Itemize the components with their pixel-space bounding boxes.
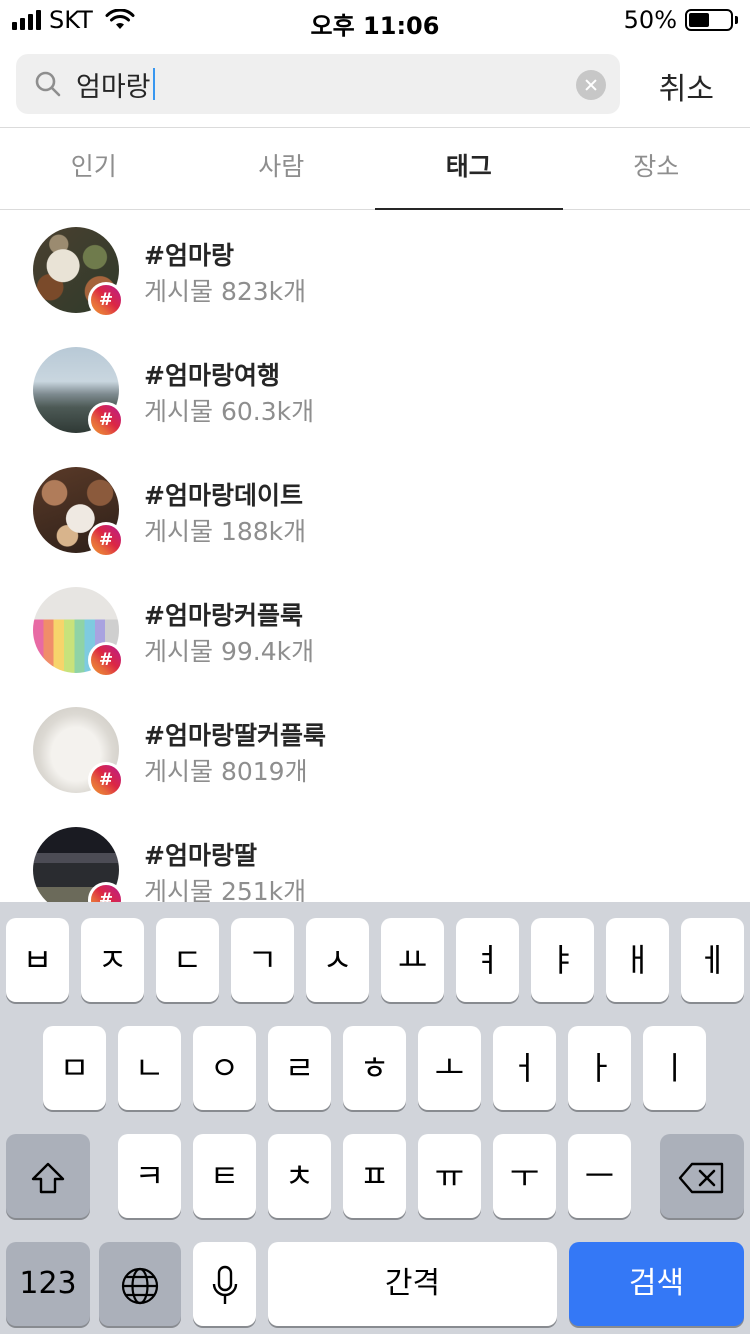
list-item[interactable]: # #엄마랑딸커플룩 게시물 8019개: [0, 690, 750, 810]
globe-icon: [121, 1267, 159, 1305]
search-input[interactable]: 엄마랑: [76, 54, 576, 114]
tag-results-list: # #엄마랑 게시물 823k개 # #엄마랑여행 게시물 60.3k개 # #…: [0, 210, 750, 902]
post-count: 게시물 188k개: [144, 517, 307, 546]
tag-name: #엄마랑여행: [144, 361, 280, 390]
hashtag-icon: #: [88, 402, 124, 438]
tag-name: #엄마랑커플룩: [144, 601, 303, 630]
post-count: 게시물 60.3k개: [144, 397, 315, 426]
tag-name: #엄마랑딸커플룩: [144, 721, 326, 750]
shift-icon: [31, 1162, 65, 1194]
key[interactable]: ㅎ: [343, 1026, 406, 1110]
korean-keyboard: ㅂ ㅈ ㄷ ㄱ ㅅ ㅛ ㅕ ㅑ ㅐ ㅔ ㅁ ㄴ ㅇ ㄹ ㅎ ㅗ ㅓ ㅏ ㅣ ㅋ …: [0, 902, 750, 1334]
text-caret: [152, 68, 155, 100]
status-bar: SKT 오후 11:06 50%: [0, 0, 750, 40]
search-tabs: 인기 사람 태그 장소: [0, 128, 750, 210]
hashtag-icon: #: [88, 642, 124, 678]
key[interactable]: ㅣ: [643, 1026, 706, 1110]
globe-key[interactable]: [99, 1242, 181, 1326]
key[interactable]: ㅂ: [6, 918, 69, 1002]
key[interactable]: ㄴ: [118, 1026, 181, 1110]
post-count: 게시물 251k개: [144, 877, 307, 902]
key[interactable]: ㅏ: [568, 1026, 631, 1110]
key[interactable]: ㅈ: [81, 918, 144, 1002]
search-icon: [35, 71, 61, 97]
tag-name: #엄마랑데이트: [144, 481, 303, 510]
key[interactable]: ㅓ: [493, 1026, 556, 1110]
key[interactable]: ㅊ: [268, 1134, 331, 1218]
key[interactable]: ㅁ: [43, 1026, 106, 1110]
dictation-key[interactable]: [193, 1242, 256, 1326]
cancel-button[interactable]: 취소: [659, 64, 714, 108]
key[interactable]: ㄹ: [268, 1026, 331, 1110]
shift-key[interactable]: [6, 1134, 90, 1218]
list-item[interactable]: # #엄마랑커플룩 게시물 99.4k개: [0, 570, 750, 690]
key[interactable]: ㅋ: [118, 1134, 181, 1218]
post-count: 게시물 8019개: [144, 757, 308, 786]
key[interactable]: ㅇ: [193, 1026, 256, 1110]
key[interactable]: ㅜ: [493, 1134, 556, 1218]
post-count: 게시물 823k개: [144, 277, 307, 306]
search-row: 엄마랑 취소: [0, 40, 750, 128]
space-key[interactable]: 간격: [268, 1242, 557, 1326]
list-item[interactable]: # #엄마랑딸 게시물 251k개: [0, 810, 750, 902]
key[interactable]: ㅐ: [606, 918, 669, 1002]
post-count: 게시물 99.4k개: [144, 637, 315, 666]
key[interactable]: ㅗ: [418, 1026, 481, 1110]
hashtag-icon: #: [88, 282, 124, 318]
hashtag-icon: #: [88, 762, 124, 798]
list-item[interactable]: # #엄마랑데이트 게시물 188k개: [0, 450, 750, 570]
backspace-icon: [678, 1162, 724, 1194]
tab-people[interactable]: 사람: [188, 128, 376, 209]
microphone-icon: [212, 1265, 237, 1304]
battery-percent: 50%: [623, 6, 677, 34]
search-key[interactable]: 검색: [569, 1242, 744, 1326]
battery-icon: [685, 9, 733, 31]
list-item[interactable]: # #엄마랑 게시물 823k개: [0, 210, 750, 330]
tab-places[interactable]: 장소: [563, 128, 750, 209]
key[interactable]: ㅕ: [456, 918, 519, 1002]
numbers-key[interactable]: 123: [6, 1242, 90, 1326]
key[interactable]: ㅅ: [306, 918, 369, 1002]
tag-name: #엄마랑: [144, 241, 234, 270]
key[interactable]: ㅑ: [531, 918, 594, 1002]
key[interactable]: ㅛ: [381, 918, 444, 1002]
key[interactable]: ㅡ: [568, 1134, 631, 1218]
tab-top[interactable]: 인기: [0, 128, 188, 209]
key[interactable]: ㄱ: [231, 918, 294, 1002]
tag-name: #엄마랑딸: [144, 841, 257, 870]
key[interactable]: ㅠ: [418, 1134, 481, 1218]
list-item[interactable]: # #엄마랑여행 게시물 60.3k개: [0, 330, 750, 450]
search-box[interactable]: 엄마랑: [16, 54, 620, 114]
tab-tags[interactable]: 태그: [375, 128, 563, 210]
search-query: 엄마랑: [76, 71, 151, 103]
key[interactable]: ㄷ: [156, 918, 219, 1002]
status-right: 50%: [624, 6, 738, 34]
hashtag-icon: #: [88, 522, 124, 558]
delete-key[interactable]: [660, 1134, 744, 1218]
key[interactable]: ㅍ: [343, 1134, 406, 1218]
key[interactable]: ㅔ: [681, 918, 744, 1002]
key[interactable]: ㅌ: [193, 1134, 256, 1218]
clear-search-button[interactable]: [576, 70, 606, 100]
